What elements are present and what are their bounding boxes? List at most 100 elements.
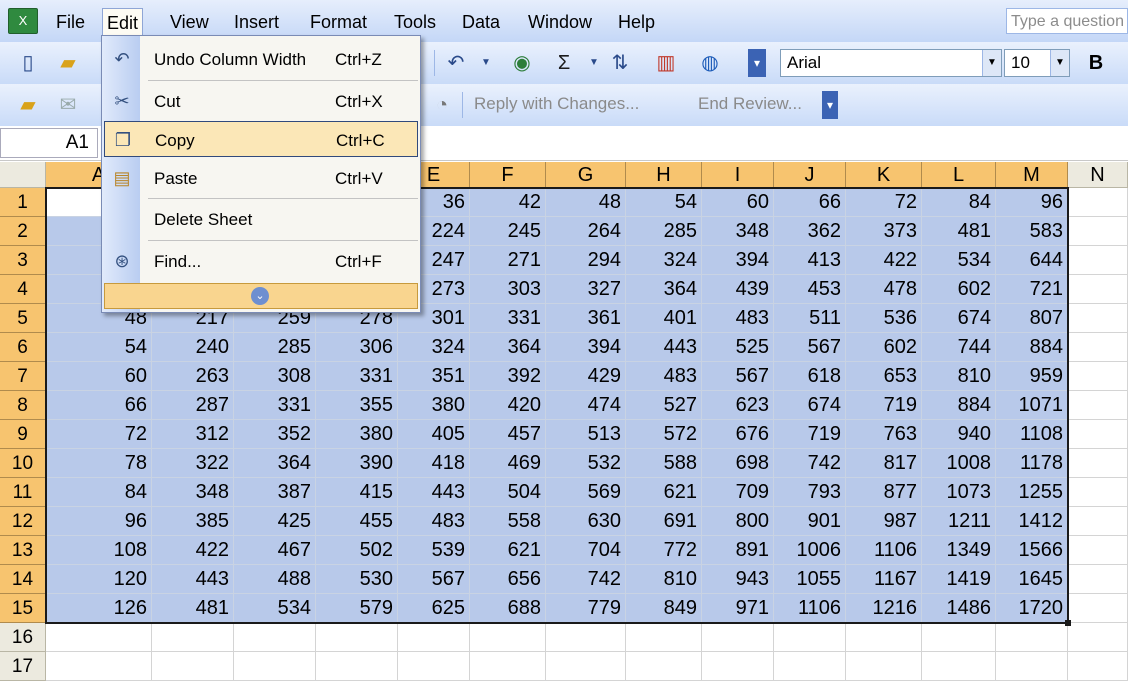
hyperlink-globe-icon[interactable]: ◉ <box>508 49 536 77</box>
table-cell[interactable]: 420 <box>470 391 546 420</box>
menu-insert[interactable]: Insert <box>230 10 283 34</box>
table-cell[interactable]: 1486 <box>922 594 996 623</box>
table-cell[interactable] <box>846 623 922 652</box>
table-cell[interactable]: 704 <box>546 536 626 565</box>
table-cell[interactable]: 1211 <box>922 507 996 536</box>
menu-view[interactable]: View <box>166 10 213 34</box>
table-cell[interactable]: 534 <box>922 246 996 275</box>
reply-with-changes-button[interactable]: Reply with Changes... <box>474 94 639 114</box>
table-cell[interactable] <box>996 652 1068 681</box>
table-cell[interactable]: 971 <box>702 594 774 623</box>
table-cell[interactable]: 455 <box>316 507 398 536</box>
table-cell[interactable] <box>152 623 234 652</box>
table-cell[interactable]: 72 <box>46 420 152 449</box>
table-cell[interactable] <box>1068 594 1128 623</box>
chevron-down-icon[interactable]: ▼ <box>1050 50 1069 76</box>
table-cell[interactable]: 271 <box>470 246 546 275</box>
table-cell[interactable] <box>626 623 702 652</box>
table-cell[interactable]: 504 <box>470 478 546 507</box>
table-cell[interactable]: 959 <box>996 362 1068 391</box>
column-header[interactable]: K <box>846 162 922 188</box>
table-cell[interactable]: 688 <box>470 594 546 623</box>
table-cell[interactable] <box>470 652 546 681</box>
table-cell[interactable]: 744 <box>922 333 996 362</box>
table-cell[interactable]: 1645 <box>996 565 1068 594</box>
table-cell[interactable]: 245 <box>470 217 546 246</box>
table-cell[interactable]: 525 <box>702 333 774 362</box>
fill-handle[interactable] <box>1065 620 1071 626</box>
table-cell[interactable]: 779 <box>546 594 626 623</box>
table-cell[interactable]: 96 <box>996 188 1068 217</box>
table-cell[interactable]: 308 <box>234 362 316 391</box>
table-cell[interactable]: 884 <box>996 333 1068 362</box>
table-cell[interactable] <box>46 623 152 652</box>
menu-window[interactable]: Window <box>524 10 596 34</box>
table-cell[interactable]: 901 <box>774 507 846 536</box>
new-document-icon[interactable]: ▯ <box>14 49 42 77</box>
table-cell[interactable]: 331 <box>234 391 316 420</box>
table-cell[interactable]: 513 <box>546 420 626 449</box>
table-cell[interactable]: 453 <box>774 275 846 304</box>
table-cell[interactable]: 817 <box>846 449 922 478</box>
table-cell[interactable]: 429 <box>546 362 626 391</box>
table-cell[interactable]: 263 <box>152 362 234 391</box>
select-all-corner[interactable] <box>0 162 46 188</box>
table-cell[interactable]: 474 <box>546 391 626 420</box>
menu-data[interactable]: Data <box>458 10 504 34</box>
row-header[interactable]: 4 <box>0 275 46 304</box>
row-header[interactable]: 1 <box>0 188 46 217</box>
table-cell[interactable]: 698 <box>702 449 774 478</box>
review-icon[interactable]: ◔ <box>428 91 456 119</box>
table-cell[interactable]: 364 <box>234 449 316 478</box>
table-cell[interactable]: 108 <box>46 536 152 565</box>
table-cell[interactable] <box>1068 304 1128 333</box>
table-cell[interactable] <box>922 623 996 652</box>
table-cell[interactable] <box>996 623 1068 652</box>
expand-menu-button[interactable]: ⌄ <box>104 283 418 309</box>
table-cell[interactable]: 625 <box>398 594 470 623</box>
row-header[interactable]: 3 <box>0 246 46 275</box>
table-cell[interactable]: 439 <box>702 275 774 304</box>
table-cell[interactable]: 48 <box>546 188 626 217</box>
table-cell[interactable] <box>398 623 470 652</box>
table-cell[interactable]: 567 <box>774 333 846 362</box>
table-cell[interactable]: 656 <box>470 565 546 594</box>
table-cell[interactable]: 405 <box>398 420 470 449</box>
row-header[interactable]: 7 <box>0 362 46 391</box>
row-header[interactable]: 10 <box>0 449 46 478</box>
column-header[interactable]: J <box>774 162 846 188</box>
table-cell[interactable]: 481 <box>152 594 234 623</box>
table-cell[interactable]: 294 <box>546 246 626 275</box>
table-cell[interactable]: 579 <box>316 594 398 623</box>
table-cell[interactable] <box>1068 246 1128 275</box>
table-cell[interactable]: 719 <box>846 391 922 420</box>
table-cell[interactable]: 84 <box>46 478 152 507</box>
table-cell[interactable]: 312 <box>152 420 234 449</box>
table-cell[interactable]: 478 <box>846 275 922 304</box>
table-cell[interactable]: 331 <box>470 304 546 333</box>
table-cell[interactable]: 884 <box>922 391 996 420</box>
table-cell[interactable]: 940 <box>922 420 996 449</box>
table-cell[interactable]: 481 <box>922 217 996 246</box>
menu-item-copy[interactable]: ❐ Copy Ctrl+C <box>104 121 418 157</box>
table-cell[interactable]: 583 <box>996 217 1068 246</box>
table-cell[interactable]: 285 <box>234 333 316 362</box>
table-cell[interactable]: 392 <box>470 362 546 391</box>
table-cell[interactable] <box>152 652 234 681</box>
table-cell[interactable] <box>1068 507 1128 536</box>
font-size-select[interactable]: 10 ▼ <box>1004 49 1070 77</box>
table-cell[interactable]: 287 <box>152 391 234 420</box>
table-cell[interactable]: 331 <box>316 362 398 391</box>
table-cell[interactable]: 120 <box>46 565 152 594</box>
table-cell[interactable]: 385 <box>152 507 234 536</box>
table-cell[interactable]: 849 <box>626 594 702 623</box>
column-header[interactable]: M <box>996 162 1068 188</box>
send-icon[interactable]: ✉ <box>54 91 82 119</box>
autosum-dropdown-icon[interactable]: ▼ <box>580 49 608 77</box>
column-header[interactable]: N <box>1068 162 1128 188</box>
row-header[interactable]: 16 <box>0 623 46 652</box>
font-name-select[interactable]: Arial ▼ <box>780 49 1002 77</box>
table-cell[interactable]: 1106 <box>846 536 922 565</box>
table-cell[interactable]: 457 <box>470 420 546 449</box>
table-cell[interactable] <box>1068 449 1128 478</box>
